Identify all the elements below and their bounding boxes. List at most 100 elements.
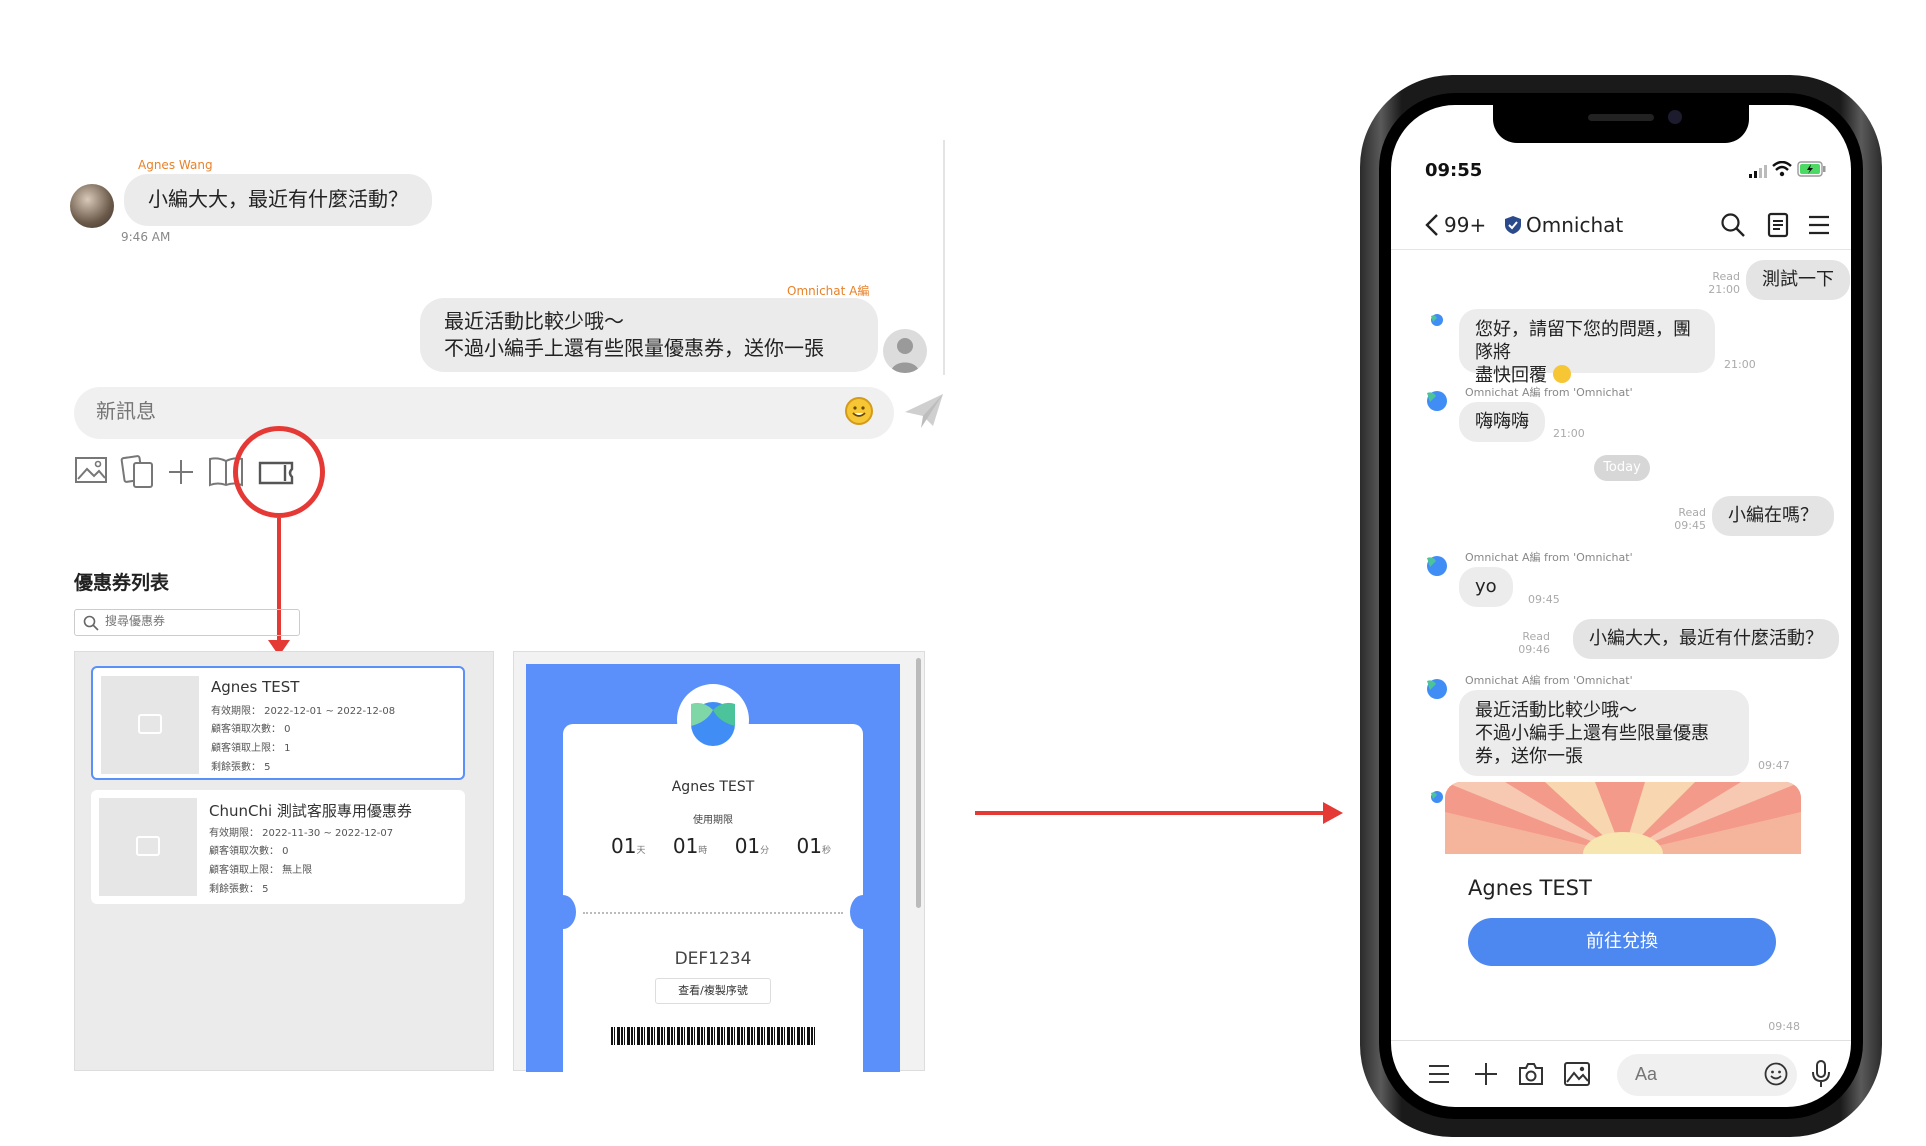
coupon-validity: 有效期限： 2022-11-30 ~ 2022-12-07 (209, 828, 394, 839)
incoming-message-bubble: yo (1459, 567, 1513, 607)
message-time: 09:48 (1768, 1020, 1800, 1033)
message-time: 09:45 (1528, 593, 1560, 606)
incoming-message-bubble: 最近活動比較少哦～ 不過小編手上還有些限量優惠 券，送你一張 (1459, 690, 1749, 776)
search-icon[interactable] (1720, 212, 1746, 242)
coupon-preview-background: Agnes TEST 使用期限 01天 01時 01分 01秒 DEF1234 … (526, 664, 900, 1072)
camera-icon[interactable] (1518, 1062, 1544, 1090)
coupon-card-banner (1445, 782, 1801, 854)
chat-title: Omnichat (1526, 213, 1624, 237)
stickers-icon[interactable] (120, 455, 156, 493)
message-input[interactable] (1635, 1064, 1755, 1085)
battery-icon (1797, 161, 1827, 181)
coupon-preview: Agnes TEST 使用期限 01天 01時 01分 01秒 DEF1234 … (513, 651, 925, 1072)
coupon-search-input[interactable] (105, 614, 285, 628)
incoming-message-bubble: 小編大大，最近有什麼活動？ (124, 174, 432, 226)
coupon-ticket: Agnes TEST 使用期限 01天 01時 01分 01秒 DEF1234 … (550, 684, 876, 1072)
coupon-remaining: 剩餘張數： 5 (211, 762, 271, 773)
incoming-message-time: 9:46 AM (121, 230, 171, 244)
bot-sender-name: Omnichat A編 from 'Omnichat' (1465, 551, 1633, 564)
coupon-icon-highlight (233, 426, 325, 518)
emoji-icon[interactable] (845, 397, 873, 425)
coupon-remaining: 剩餘張數： 5 (209, 884, 269, 895)
wifi-icon (1772, 160, 1792, 181)
coupon-claimed: 顧客領取次數： 0 (211, 724, 291, 735)
signal-icon (1748, 163, 1768, 182)
coupon-item[interactable]: ChunChi 測試客服專用優惠券 有效期限： 2022-11-30 ~ 202… (91, 790, 465, 904)
shield-icon (1504, 215, 1522, 239)
ticket-notch-left (550, 895, 576, 929)
message-input-bar[interactable] (74, 387, 894, 439)
date-separator: Today (1594, 455, 1650, 481)
coupon-item[interactable]: Agnes TEST 有效期限： 2022-12-01 ~ 2022-12-08… (91, 666, 465, 780)
grin-emoji-icon (1552, 365, 1571, 383)
ticket-perforation (583, 912, 843, 914)
menu-icon[interactable] (1808, 214, 1830, 240)
outgoing-message-bubble: 最近活動比較少哦～ 不過小編手上還有些限量優惠券，送你一張 (420, 298, 878, 372)
coupon-limit: 顧客領取上限： 無上限 (209, 865, 313, 876)
bot-avatar (1424, 676, 1450, 700)
annotation-arrow-right (975, 811, 1325, 815)
phone-speaker (1588, 114, 1654, 121)
coupon-card-title: Agnes TEST (1468, 876, 1592, 900)
plus-icon[interactable] (168, 459, 194, 489)
read-receipt: Read 09:45 (1674, 506, 1706, 532)
incoming-message-bubble: 您好，請留下您的問題，團隊將 盡快回覆 (1459, 309, 1715, 386)
coupon-name: ChunChi 測試客服專用優惠券 (209, 802, 412, 820)
omnichat-logo-icon (677, 684, 749, 756)
coupon-limit: 顧客領取上限： 1 (211, 743, 291, 754)
coupon-name: Agnes TEST (211, 678, 300, 696)
image-icon[interactable] (74, 455, 108, 489)
coupon-validity: 有效期限： 2022-12-01 ~ 2022-12-08 (211, 706, 396, 717)
preview-scrollbar[interactable] (916, 658, 921, 908)
countdown-hours: 01時 (672, 834, 708, 858)
outgoing-message-line1: 最近活動比較少哦～ (444, 309, 624, 333)
menu-icon[interactable] (1428, 1064, 1450, 1088)
incoming-message-line: 不過小編手上還有些限量優惠 (1475, 723, 1709, 744)
outgoing-message-bubble: 測試一下 (1746, 260, 1850, 300)
copy-code-button[interactable]: 查看/複製序號 (655, 978, 771, 1004)
coupon-search-box[interactable] (74, 609, 300, 636)
bot-avatar (1424, 553, 1450, 577)
incoming-sender-name: Agnes Wang (138, 158, 213, 172)
plus-icon[interactable] (1474, 1062, 1498, 1090)
incoming-message-bubble: 嗨嗨嗨 (1459, 402, 1545, 442)
coupon-image-placeholder (101, 676, 199, 774)
emoji-icon[interactable] (1764, 1062, 1788, 1090)
message-time: 21:00 (1724, 358, 1756, 371)
redeem-button[interactable]: 前往兌換 (1468, 918, 1776, 966)
message-time: 09:47 (1758, 759, 1790, 772)
coupon-code: DEF1234 (674, 949, 752, 969)
agent-avatar (883, 329, 927, 373)
send-icon[interactable] (903, 390, 947, 434)
annotation-arrowhead-right (1323, 802, 1343, 824)
phone-notch (1493, 105, 1749, 143)
back-chevron-icon[interactable] (1425, 213, 1439, 241)
phone-camera (1668, 110, 1682, 124)
coupon-list-title: 優惠券列表 (74, 572, 170, 594)
bot-avatar (1424, 388, 1450, 412)
notes-icon[interactable] (1767, 212, 1789, 242)
barcode (611, 1027, 815, 1045)
ticket-notch-right (850, 895, 876, 929)
customer-avatar (70, 184, 114, 228)
search-icon (83, 615, 99, 631)
incoming-message-line: 券，送你一張 (1475, 746, 1583, 767)
bot-sender-name: Omnichat A編 from 'Omnichat' (1465, 674, 1633, 687)
image-icon[interactable] (1564, 1062, 1590, 1090)
microphone-icon[interactable] (1812, 1060, 1830, 1092)
countdown: 01天 01時 01分 01秒 (611, 834, 831, 858)
message-time: 21:00 (1553, 427, 1585, 440)
countdown-days: 01天 (611, 834, 646, 858)
outgoing-message-bubble: 小編大大，最近有什麼活動？ (1573, 619, 1839, 659)
countdown-minutes: 01分 (734, 834, 770, 858)
message-input[interactable] (96, 399, 796, 423)
coupon-list: Agnes TEST 有效期限： 2022-12-01 ~ 2022-12-08… (74, 651, 494, 1071)
coupon-period-label: 使用期限 (693, 815, 733, 826)
coupon-preview-name: Agnes TEST (671, 779, 755, 795)
outgoing-message-bubble: 小編在嗎？ (1712, 496, 1834, 536)
unread-count[interactable]: 99+ (1444, 213, 1486, 237)
countdown-seconds: 01秒 (796, 834, 831, 858)
coupon-claimed: 顧客領取次數： 0 (209, 846, 289, 857)
outgoing-message-line2: 不過小編手上還有些限量優惠券，送你一張 (444, 336, 824, 360)
incoming-message-line: 您好，請留下您的問題，團隊將 (1475, 319, 1691, 363)
